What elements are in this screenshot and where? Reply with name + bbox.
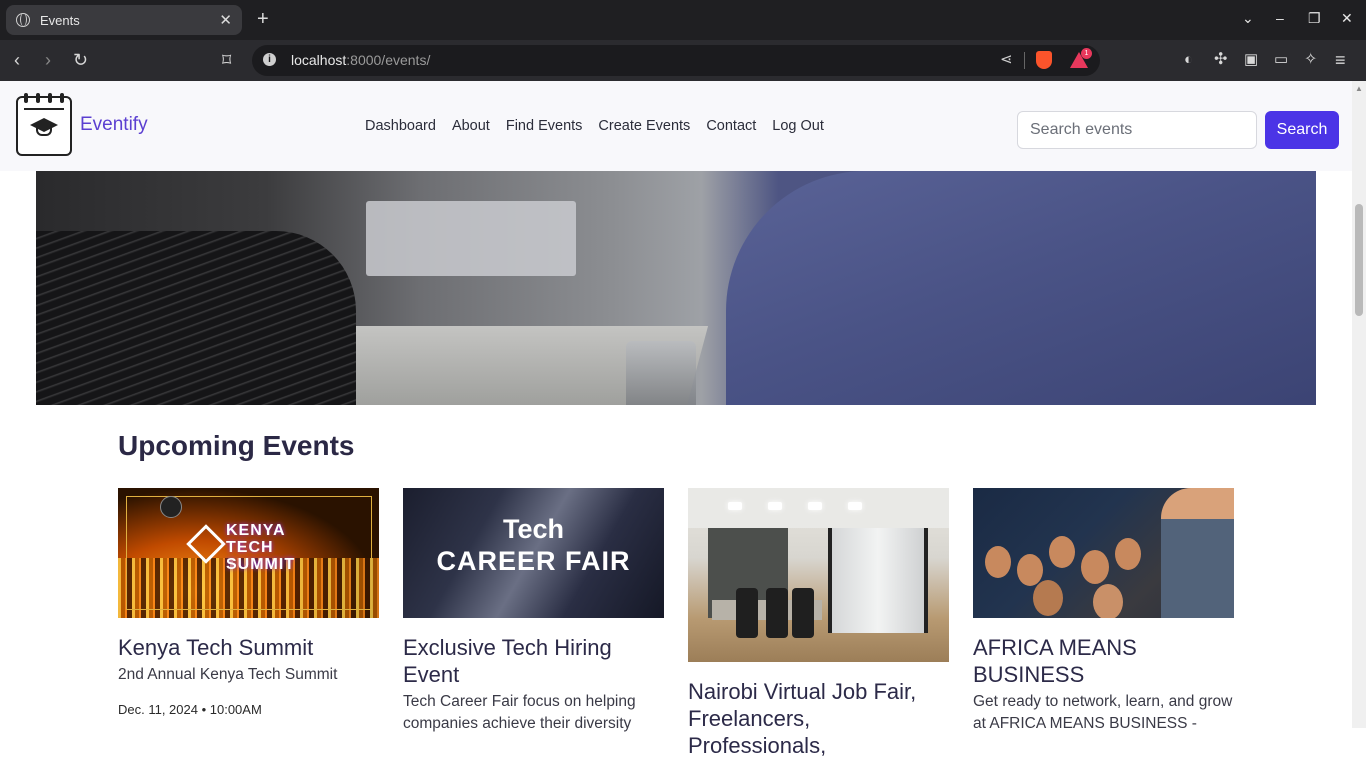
page-scrollbar[interactable]: ▲ [1352, 81, 1366, 728]
main-nav: Dashboard About Find Events Create Event… [365, 118, 840, 134]
event-card[interactable]: AFRICA MEANS BUSINESS Get ready to netwo… [973, 488, 1234, 735]
close-window-icon[interactable]: ✕ [1341, 10, 1353, 27]
event-card[interactable]: KENYA TECH SUMMIT Kenya Tech Summit 2nd … [118, 488, 379, 717]
event-subtitle: 2nd Annual Kenya Tech Summit [118, 666, 338, 683]
tab-close-icon[interactable]: ✕ [219, 11, 232, 29]
event-subtitle: Tech Career Fair focus on helping compan… [403, 693, 636, 732]
nav-contact[interactable]: Contact [706, 118, 756, 134]
event-image[interactable]: Tech CAREER FAIR [403, 488, 664, 618]
nav-find-events[interactable]: Find Events [506, 118, 583, 134]
new-tab-icon[interactable]: + [257, 8, 269, 31]
brave-shield-icon[interactable] [1036, 51, 1052, 69]
tab-list-chevron-icon[interactable]: ⌄ [1242, 10, 1254, 27]
leo-ai-icon[interactable]: ✧ [1304, 49, 1317, 71]
scrollbar-thumb[interactable] [1355, 204, 1363, 316]
section-title: Upcoming Events [118, 430, 355, 461]
address-bar-divider [1024, 52, 1025, 69]
bookmark-icon[interactable]: ⌑ [222, 49, 231, 71]
search-input[interactable] [1017, 111, 1257, 149]
menu-icon[interactable]: ≡ [1335, 49, 1346, 71]
event-image-text: Tech [502, 514, 564, 544]
event-image-text: CAREER FAIR [436, 546, 631, 576]
minimize-icon[interactable]: – [1276, 10, 1284, 26]
forward-arrow-icon[interactable]: › [45, 49, 51, 71]
nav-dashboard[interactable]: Dashboard [365, 118, 436, 134]
event-date: Dec. 11, 2024 • 10:00AM [118, 702, 262, 717]
hero-banner-image [36, 171, 1316, 405]
maximize-icon[interactable]: ❐ [1308, 10, 1321, 27]
browser-tab-bar: Events ✕ + ⌄ – ❐ ✕ [0, 0, 1366, 40]
event-card[interactable]: Nairobi Virtual Job Fair, Freelancers, P… [688, 488, 949, 759]
wallet-icon[interactable]: ▭ [1274, 49, 1288, 71]
nav-about[interactable]: About [452, 118, 490, 134]
brand-name[interactable]: Eventify [80, 114, 148, 136]
event-image[interactable] [973, 488, 1234, 618]
event-image[interactable] [688, 488, 949, 662]
share-icon[interactable]: ⋖ [1000, 50, 1013, 68]
rewards-count-badge: 1 [1081, 48, 1092, 59]
reload-icon[interactable]: ↻ [73, 49, 88, 71]
event-subtitle: Get ready to network, learn, and grow at… [973, 693, 1233, 732]
tab-title: Events [40, 12, 80, 28]
search-button[interactable]: Search [1265, 111, 1339, 149]
event-title[interactable]: Nairobi Virtual Job Fair, Freelancers, P… [688, 678, 949, 759]
address-bar[interactable]: i localhost:8000/events/ ⋖ 1 [252, 45, 1100, 76]
puzzle-icon[interactable]: ✣ [1214, 49, 1227, 71]
event-title[interactable]: Kenya Tech Summit [118, 634, 379, 661]
event-image[interactable]: KENYA TECH SUMMIT [118, 488, 379, 618]
event-title[interactable]: Exclusive Tech Hiring Event [403, 634, 664, 688]
scroll-up-icon[interactable]: ▲ [1355, 84, 1363, 93]
sidebar-icon[interactable]: ▣ [1244, 49, 1258, 71]
back-arrow-icon[interactable]: ‹ [14, 49, 20, 71]
event-image-text: KENYA TECH SUMMIT [226, 522, 296, 573]
event-title[interactable]: AFRICA MEANS BUSINESS [973, 634, 1234, 688]
calendar-graduation-logo-icon[interactable] [16, 93, 72, 156]
site-info-icon[interactable]: i [263, 53, 276, 66]
browser-tab[interactable]: Events ✕ [6, 5, 242, 35]
url-text[interactable]: localhost:8000/events/ [291, 52, 430, 68]
globe-icon [16, 13, 30, 27]
event-card[interactable]: Tech CAREER FAIR Exclusive Tech Hiring E… [403, 488, 664, 735]
site-navbar: Eventify Dashboard About Find Events Cre… [0, 81, 1352, 171]
nav-log-out[interactable]: Log Out [772, 118, 824, 134]
nav-create-events[interactable]: Create Events [598, 118, 690, 134]
extension-icon[interactable]: ◐ [1184, 49, 1193, 71]
